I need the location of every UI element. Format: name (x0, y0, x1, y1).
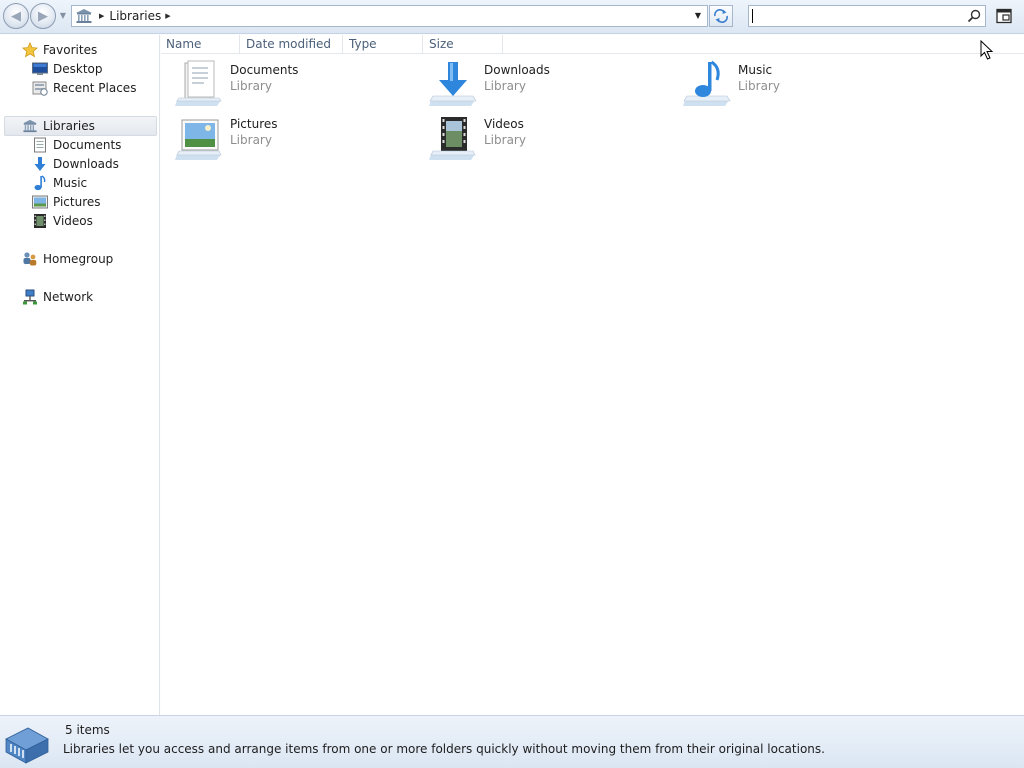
nav-item-recent-places[interactable]: Recent Places (32, 78, 136, 97)
libraries-icon (73, 6, 95, 26)
libraries-large-icon (5, 727, 49, 764)
library-name: Music (738, 63, 773, 77)
library-type: Library (484, 133, 526, 147)
nav-network[interactable]: Network (22, 287, 93, 306)
documents-icon (32, 137, 48, 153)
library-tile-videos[interactable]: Videos Library (429, 114, 679, 164)
nav-item-label: Music (53, 175, 88, 190)
preview-pane-button[interactable] (994, 6, 1014, 26)
library-tile-pictures[interactable]: Pictures Library (175, 114, 425, 164)
back-button[interactable]: ◀ (3, 3, 29, 29)
column-header-name[interactable]: Name (161, 35, 240, 54)
preview-pane-icon (996, 8, 1012, 24)
nav-item-label: Pictures (53, 194, 101, 209)
search-icon[interactable] (967, 9, 981, 23)
nav-favorites[interactable]: Favorites (22, 40, 97, 59)
library-name: Downloads (484, 63, 550, 77)
nav-network-label: Network (43, 289, 94, 304)
desktop-icon (32, 61, 48, 77)
address-history-dropdown-icon[interactable]: ▼ (691, 8, 705, 24)
nav-item-music[interactable]: Music (32, 173, 87, 192)
mouse-cursor-icon (980, 40, 994, 60)
breadcrumb-separator-icon[interactable]: ▶ (161, 12, 175, 20)
breadcrumb-libraries[interactable]: Libraries (109, 9, 161, 23)
forward-arrow-icon: ▶ (38, 8, 48, 24)
nav-item-label: Downloads (53, 156, 119, 171)
column-header-date-modified[interactable]: Date modified (241, 35, 343, 54)
libraries-icon (22, 118, 38, 134)
videos-icon (32, 213, 48, 229)
nav-item-label: Documents (53, 137, 122, 152)
details-pane: 5 items Libraries let you access and arr… (0, 715, 1024, 768)
navigation-toolbar: ◀ ▶ ▼ ▶ Libraries ▶ ▼ (0, 0, 1024, 34)
search-box[interactable] (748, 5, 986, 27)
refresh-button[interactable] (709, 5, 733, 27)
nav-item-label: Videos (53, 213, 93, 228)
library-type: Library (738, 79, 780, 93)
library-name: Pictures (230, 117, 278, 131)
library-tile-documents[interactable]: Documents Library (175, 60, 425, 110)
address-bar[interactable]: ▶ Libraries ▶ ▼ (71, 5, 708, 27)
nav-libraries[interactable]: Libraries (22, 116, 95, 135)
nav-libraries-label: Libraries (43, 118, 95, 133)
breadcrumb-separator-icon[interactable]: ▶ (95, 12, 109, 20)
nav-item-videos[interactable]: Videos (32, 211, 93, 230)
library-name: Videos (484, 117, 524, 131)
music-library-icon (683, 60, 731, 106)
search-input[interactable] (751, 7, 961, 25)
library-name: Documents (230, 63, 299, 77)
forward-button[interactable]: ▶ (30, 3, 56, 29)
library-tile-downloads[interactable]: Downloads Library (429, 60, 679, 110)
nav-item-desktop[interactable]: Desktop (32, 59, 103, 78)
back-arrow-icon: ◀ (11, 8, 21, 24)
downloads-library-icon (429, 62, 477, 106)
recent-pages-dropdown-icon[interactable]: ▼ (58, 11, 68, 21)
nav-homegroup-label: Homegroup (43, 251, 114, 266)
item-count: 5 items (65, 723, 110, 737)
column-header-type[interactable]: Type (344, 35, 423, 54)
star-icon (22, 41, 38, 58)
nav-item-label: Desktop (53, 61, 103, 76)
pictures-library-icon (175, 119, 222, 160)
recent-places-icon (32, 80, 48, 96)
library-type: Library (230, 133, 272, 147)
pictures-icon (32, 194, 48, 210)
nav-homegroup[interactable]: Homegroup (22, 249, 113, 268)
column-header-size[interactable]: Size (424, 35, 503, 54)
network-icon (22, 289, 38, 305)
refresh-icon (714, 9, 728, 23)
navigation-pane: Favorites Desktop Recent Places Librarie… (0, 35, 160, 715)
library-type: Library (230, 79, 272, 93)
music-icon (32, 174, 48, 191)
downloads-icon (32, 156, 48, 172)
videos-library-icon (429, 117, 476, 160)
documents-library-icon (175, 60, 222, 106)
libraries-description: Libraries let you access and arrange ite… (63, 742, 825, 756)
nav-item-label: Recent Places (53, 80, 137, 95)
file-list-view[interactable]: Name Date modified Type Size Documents L… (161, 35, 1024, 715)
nav-item-downloads[interactable]: Downloads (32, 154, 119, 173)
nav-favorites-label: Favorites (43, 42, 98, 57)
library-type: Library (484, 79, 526, 93)
homegroup-icon (22, 251, 38, 267)
library-tile-music[interactable]: Music Library (683, 60, 933, 110)
column-headers: Name Date modified Type Size (161, 35, 1024, 54)
nav-item-documents[interactable]: Documents (32, 135, 121, 154)
text-caret (752, 9, 753, 23)
nav-item-pictures[interactable]: Pictures (32, 192, 101, 211)
